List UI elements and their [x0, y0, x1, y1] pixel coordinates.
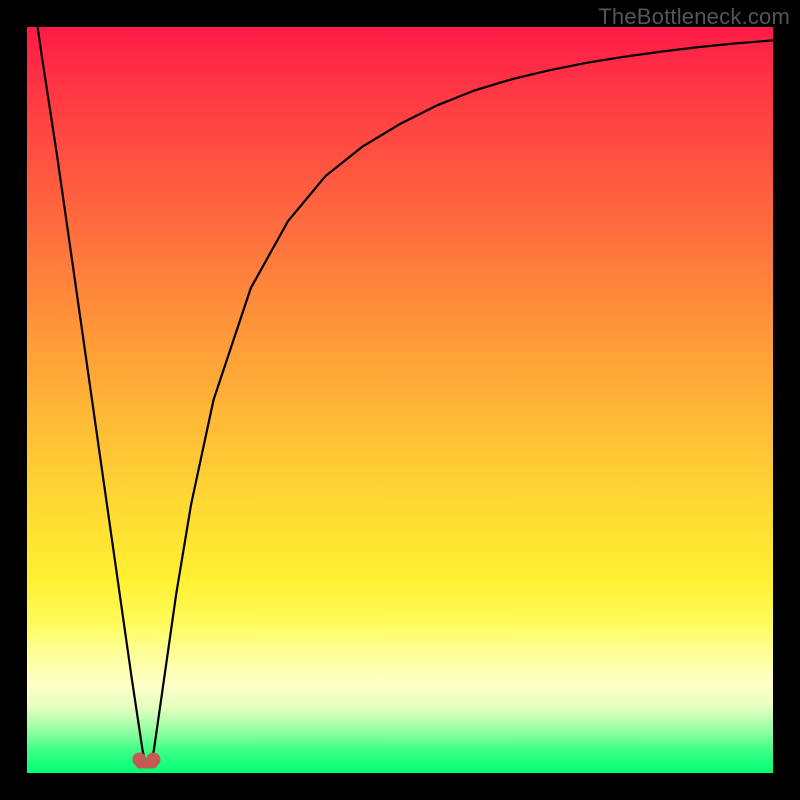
chart-frame: TheBottleneck.com: [0, 0, 800, 800]
curve-svg: [27, 27, 773, 773]
min-marker: [132, 753, 160, 769]
plot-area: [27, 27, 773, 773]
bottleneck-curve: [27, 0, 773, 765]
